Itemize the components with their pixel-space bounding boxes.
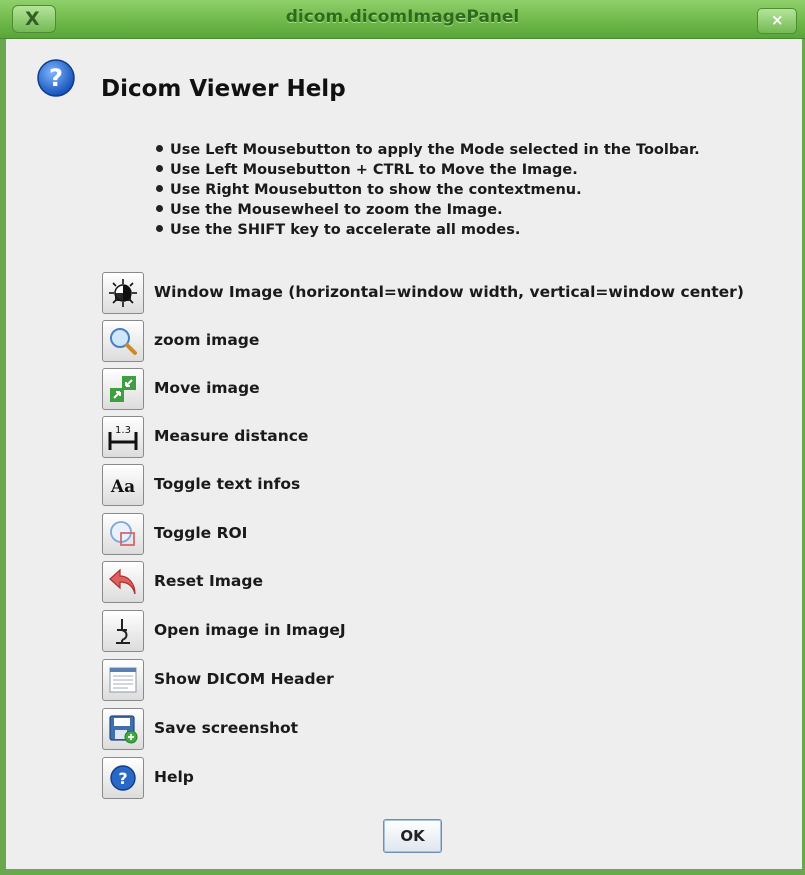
instruction-item: Use the Mousewheel to zoom the Image. (156, 200, 700, 220)
svg-text:?: ? (118, 769, 127, 788)
tool-label: Toggle ROI (154, 524, 248, 542)
bullet-icon (156, 205, 163, 212)
tool-label: Show DICOM Header (154, 670, 334, 688)
toggle-text-button[interactable]: Aa (102, 464, 144, 506)
roi-icon (110, 521, 135, 546)
toggle-roi-button[interactable] (102, 513, 144, 555)
instruction-text: Use Left Mousebutton to apply the Mode s… (170, 142, 700, 158)
header-icon (109, 667, 137, 693)
zoom-icon (110, 328, 137, 355)
microscope-icon (116, 619, 130, 644)
measure-icon-text: 1.3 (115, 425, 131, 436)
instruction-text: Use the SHIFT key to accelerate all mode… (170, 222, 521, 238)
tool-label: Move image (154, 379, 260, 397)
instruction-item: Use Right Mousebutton to show the contex… (156, 180, 700, 200)
help-icon: ? (37, 59, 75, 97)
tool-label: Save screenshot (154, 719, 299, 737)
zoom-button[interactable] (102, 320, 144, 362)
tool-label: Window Image (horizontal=window width, v… (154, 283, 744, 301)
tool-label: Measure distance (154, 427, 309, 445)
reset-icon (109, 568, 136, 595)
instruction-text: Use the Mousewheel to zoom the Image. (170, 202, 503, 218)
svg-text:?: ? (49, 64, 63, 92)
text-icon: Aa (110, 477, 135, 497)
window-title: dicom.dicomImagePanel (285, 7, 520, 27)
tool-label: Toggle text infos (154, 475, 301, 493)
save-icon (109, 715, 138, 744)
save-screenshot-button[interactable] (102, 708, 144, 750)
show-dicom-header-button[interactable] (102, 659, 144, 701)
window-level-icon (109, 279, 137, 307)
open-imagej-button[interactable] (102, 610, 144, 652)
move-icon (110, 376, 136, 402)
window-level-button[interactable] (102, 272, 144, 314)
tool-label: Reset Image (154, 572, 263, 590)
close-button[interactable]: × (757, 8, 797, 34)
bullet-icon (156, 165, 163, 172)
measure-button[interactable]: 1.3 (102, 416, 144, 458)
ok-button[interactable]: OK (383, 819, 442, 853)
tool-label: Open image in ImageJ (154, 621, 346, 639)
instruction-item: Use the SHIFT key to accelerate all mode… (156, 220, 700, 240)
instruction-item: Use Left Mousebutton + CTRL to Move the … (156, 160, 700, 180)
help-button[interactable]: ? (102, 757, 144, 799)
instruction-text: Use Left Mousebutton + CTRL to Move the … (170, 162, 578, 178)
reset-image-button[interactable] (102, 561, 144, 603)
bullet-icon (156, 145, 163, 152)
help-icon: ? (110, 765, 136, 791)
tool-label: Help (154, 768, 194, 786)
instruction-text: Use Right Mousebutton to show the contex… (170, 182, 582, 198)
dialog-heading: Dicom Viewer Help (101, 76, 346, 102)
title-bar[interactable]: X dicom.dicomImagePanel × (0, 0, 805, 39)
text-icon-glyph: Aa (110, 477, 135, 497)
instruction-item: Use Left Mousebutton to apply the Mode s… (156, 140, 700, 160)
close-icon: × (771, 11, 784, 29)
tool-label: zoom image (154, 331, 260, 349)
measure-icon: 1.3 (108, 425, 138, 450)
instruction-list: Use Left Mousebutton to apply the Mode s… (156, 140, 700, 240)
bullet-icon (156, 185, 163, 192)
bullet-icon (156, 225, 163, 232)
move-button[interactable] (102, 368, 144, 410)
